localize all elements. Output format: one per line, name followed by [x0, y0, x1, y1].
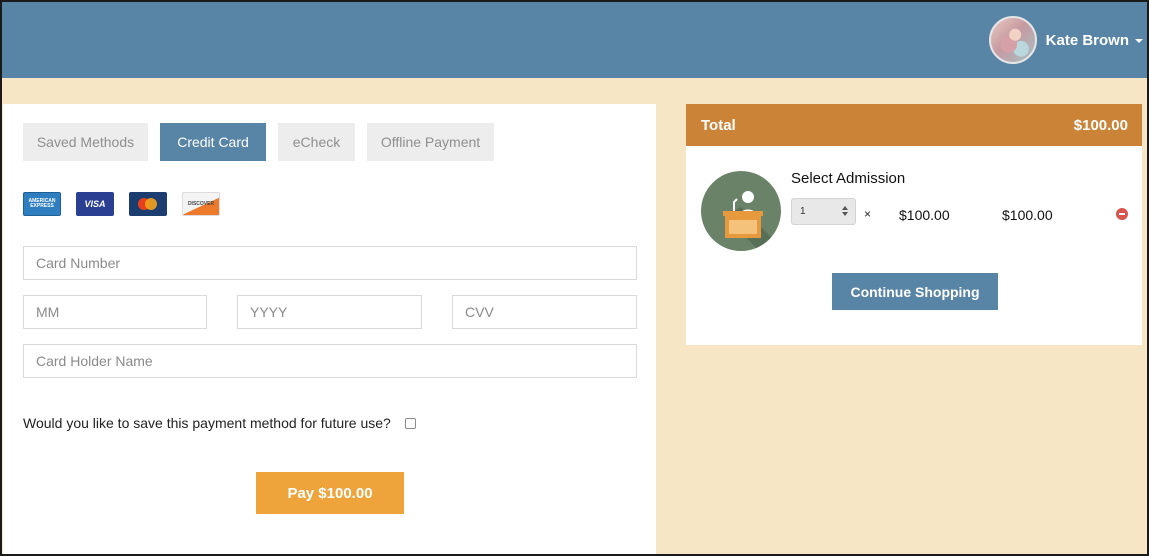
- item-title: Select Admission: [791, 170, 906, 187]
- remove-item-icon[interactable]: [1116, 208, 1128, 220]
- tab-offline-payment[interactable]: Offline Payment: [367, 123, 494, 161]
- discover-icon: DISCOVER: [182, 192, 220, 216]
- item-price: $100.00: [899, 207, 950, 223]
- mastercard-yellow-circle: [145, 198, 157, 210]
- expiry-month-input[interactable]: [23, 295, 207, 329]
- card-holder-name-input[interactable]: [23, 344, 637, 378]
- user-menu[interactable]: Kate Brown: [988, 16, 1143, 64]
- mastercard-icon: [129, 192, 167, 216]
- caret-down-icon[interactable]: [1135, 39, 1143, 43]
- speaker-podium-icon: [701, 171, 781, 251]
- quantity-stepper[interactable]: 1: [791, 198, 856, 225]
- tab-echeck[interactable]: eCheck: [278, 123, 355, 161]
- tab-credit-card[interactable]: Credit Card: [160, 123, 266, 161]
- save-payment-label: Would you like to save this payment meth…: [23, 415, 391, 431]
- card-number-input[interactable]: [23, 246, 637, 280]
- quantity-value: 1: [800, 206, 806, 217]
- visa-icon: VISA: [76, 192, 114, 216]
- payment-method-tabs: Saved Methods Credit Card eCheck Offline…: [23, 123, 506, 161]
- payment-panel: Saved Methods Credit Card eCheck Offline…: [3, 104, 656, 554]
- multiply-sign: ×: [864, 207, 872, 221]
- total-value: $100.00: [1073, 116, 1128, 134]
- amex-icon: AMERICAN EXPRESS: [23, 192, 61, 216]
- stepper-arrows-icon[interactable]: [842, 206, 848, 216]
- cvv-input[interactable]: [452, 295, 637, 329]
- total-label: Total: [701, 116, 736, 134]
- item-line-total: $100.00: [1002, 207, 1053, 223]
- user-name[interactable]: Kate Brown: [1046, 32, 1129, 49]
- total-bar: Total $100.00: [686, 104, 1142, 146]
- continue-shopping-button[interactable]: Continue Shopping: [832, 273, 998, 310]
- card-brand-list: AMERICAN EXPRESS VISA DISCOVER: [23, 192, 235, 216]
- user-avatar[interactable]: [988, 16, 1037, 64]
- tab-saved-methods[interactable]: Saved Methods: [23, 123, 148, 161]
- cart-panel: Total $100.00 Select Admission 1 × $100.…: [686, 104, 1142, 345]
- save-payment-row: Would you like to save this payment meth…: [23, 415, 416, 431]
- top-header: Kate Brown: [0, 0, 1149, 78]
- save-payment-checkbox[interactable]: [404, 417, 416, 429]
- pay-button[interactable]: Pay $100.00: [256, 472, 404, 514]
- expiry-year-input[interactable]: [237, 295, 422, 329]
